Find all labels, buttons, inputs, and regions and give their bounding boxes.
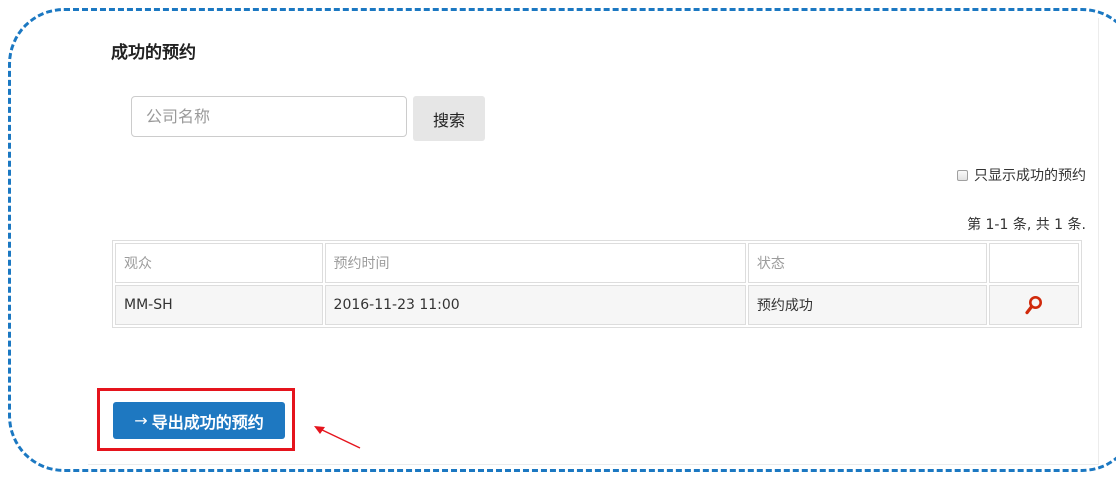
success-only-filter[interactable]: 只显示成功的预约 (957, 165, 1086, 185)
table-row: MM-SH 2016-11-23 11:00 预约成功 (115, 285, 1079, 325)
export-successful-appointments-button[interactable]: → 导出成功的预约 (113, 402, 285, 439)
pagination-summary: 第 1-1 条, 共 1 条. (967, 217, 1086, 233)
screenshot-stage: 成功的预约 搜索 只显示成功的预约 第 1-1 条, 共 1 条. 观众 预约时… (0, 0, 1116, 480)
arrow-right-icon: → (134, 411, 148, 430)
red-pointer-arrow-icon (314, 426, 361, 449)
success-only-label: 只显示成功的预约 (974, 168, 1086, 184)
table-header-row: 观众 预约时间 状态 (115, 243, 1079, 283)
column-header-appointment-time[interactable]: 预约时间 (324, 243, 746, 283)
cell-status: 预约成功 (747, 285, 987, 325)
export-highlight-box: → 导出成功的预约 (97, 388, 295, 451)
search-button[interactable]: 搜索 (413, 96, 485, 141)
company-name-search-input[interactable] (131, 96, 407, 137)
column-header-audience[interactable]: 观众 (115, 243, 323, 283)
column-header-status[interactable]: 状态 (747, 243, 987, 283)
column-header-action (988, 243, 1079, 283)
cell-appointment-time: 2016-11-23 11:00 (324, 285, 746, 325)
search-icon[interactable] (1025, 295, 1043, 315)
page-title: 成功的预约 (111, 43, 196, 63)
cell-audience: MM-SH (115, 285, 323, 325)
appointments-table: 观众 预约时间 状态 MM-SH 2016-11-23 11:00 预约成功 (112, 240, 1082, 328)
cell-action (988, 285, 1079, 325)
success-only-checkbox[interactable] (957, 169, 968, 181)
export-button-label: 导出成功的预约 (151, 412, 264, 432)
